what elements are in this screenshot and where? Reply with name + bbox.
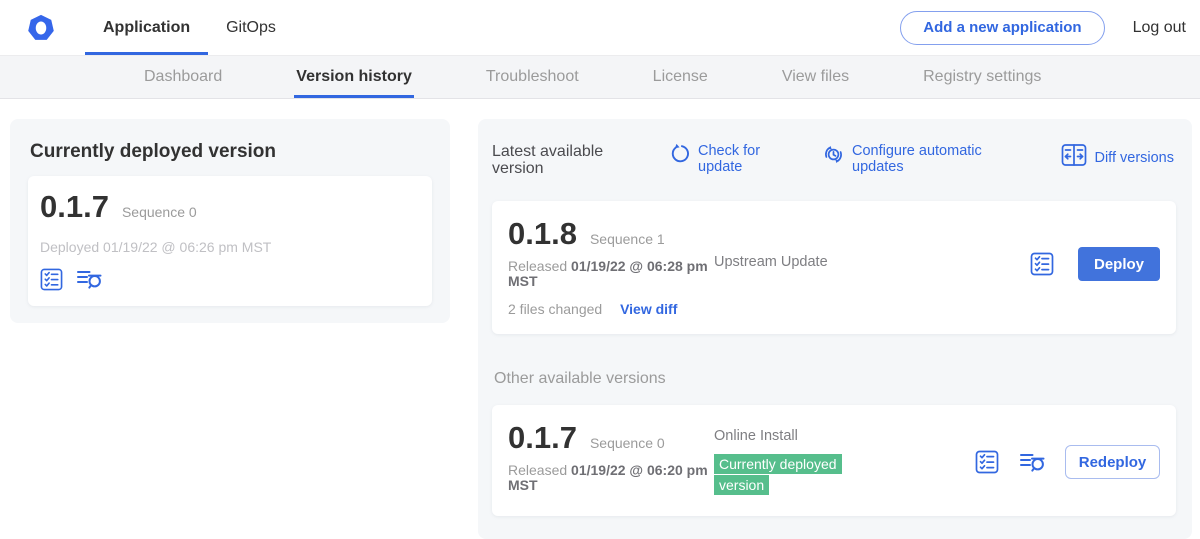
subnav-version-history[interactable]: Version history (294, 56, 414, 98)
app-logo-icon (27, 0, 55, 55)
view-logs-icon[interactable] (1019, 450, 1045, 474)
configure-automatic-updates-action[interactable]: Configure automatic updates (822, 143, 1008, 175)
other-released-timestamp: Released 01/19/22 @ 06:20 pm MST (508, 463, 708, 493)
check-for-update-label: Check for update (698, 143, 778, 175)
top-nav: Application GitOps Add a new application… (0, 0, 1200, 56)
schedule-update-icon (822, 143, 845, 175)
released-label: Released (508, 258, 567, 274)
subnav-view-files[interactable]: View files (780, 56, 851, 98)
latest-sequence: Sequence 1 (590, 231, 665, 247)
other-version-number: 0.1.7 (508, 421, 577, 455)
subnav-license[interactable]: License (651, 56, 710, 98)
redeploy-button[interactable]: Redeploy (1065, 445, 1160, 479)
tab-gitops[interactable]: GitOps (208, 0, 294, 55)
other-sequence: Sequence 0 (590, 435, 665, 451)
view-diff-link[interactable]: View diff (620, 301, 677, 317)
released-label: Released (508, 462, 567, 478)
other-source-label: Online Install (714, 428, 798, 444)
currently-deployed-panel: Currently deployed version 0.1.7 Sequenc… (10, 119, 450, 323)
deployed-timestamp: Deployed 01/19/22 @ 06:26 pm MST (40, 239, 420, 255)
top-nav-right: Add a new application Log out (900, 0, 1200, 55)
latest-source-label: Upstream Update (714, 254, 828, 270)
latest-available-title: Latest available version (492, 143, 642, 177)
currently-deployed-badge: Currently deployed version (714, 454, 842, 495)
other-available-versions-title: Other available versions (494, 370, 1178, 388)
subnav-registry-settings[interactable]: Registry settings (921, 56, 1043, 98)
available-versions-header: Latest available version Check for updat… (490, 143, 1178, 179)
deployed-sequence: Sequence 0 (122, 204, 197, 220)
preflight-checks-icon[interactable] (40, 268, 63, 291)
preflight-checks-icon[interactable] (975, 450, 999, 474)
latest-released-timestamp: Released 01/19/22 @ 06:28 pm MST (508, 259, 708, 289)
deployed-version-number: 0.1.7 (40, 190, 109, 224)
top-nav-tabs: Application GitOps (85, 0, 294, 55)
add-application-button[interactable]: Add a new application (900, 11, 1104, 45)
available-versions-panel: Latest available version Check for updat… (478, 119, 1192, 539)
files-changed-label: 2 files changed (508, 301, 602, 317)
diff-versions-action[interactable]: Diff versions (1061, 143, 1174, 172)
app-sub-nav: Dashboard Version history Troubleshoot L… (0, 56, 1200, 99)
latest-version-number: 0.1.8 (508, 217, 577, 251)
subnav-troubleshoot[interactable]: Troubleshoot (484, 56, 581, 98)
view-logs-icon[interactable] (76, 267, 102, 291)
main-content: Currently deployed version 0.1.7 Sequenc… (0, 99, 1200, 536)
subnav-dashboard[interactable]: Dashboard (142, 56, 224, 98)
check-for-update-action[interactable]: Check for update (670, 143, 778, 175)
deploy-button[interactable]: Deploy (1078, 247, 1160, 281)
diff-icon (1061, 143, 1087, 172)
other-version-card: 0.1.7 Sequence 0 Released 01/19/22 @ 06:… (492, 405, 1176, 516)
currently-deployed-title: Currently deployed version (30, 141, 432, 163)
logout-link[interactable]: Log out (1133, 19, 1186, 37)
preflight-checks-icon[interactable] (1030, 252, 1054, 276)
refresh-icon (670, 143, 691, 175)
tab-application[interactable]: Application (85, 0, 208, 55)
diff-versions-label: Diff versions (1094, 150, 1174, 166)
configure-automatic-updates-label: Configure automatic updates (852, 143, 1008, 175)
deployed-version-card: 0.1.7 Sequence 0 Deployed 01/19/22 @ 06:… (28, 176, 432, 306)
latest-version-card: 0.1.8 Sequence 1 Released 01/19/22 @ 06:… (492, 201, 1176, 334)
